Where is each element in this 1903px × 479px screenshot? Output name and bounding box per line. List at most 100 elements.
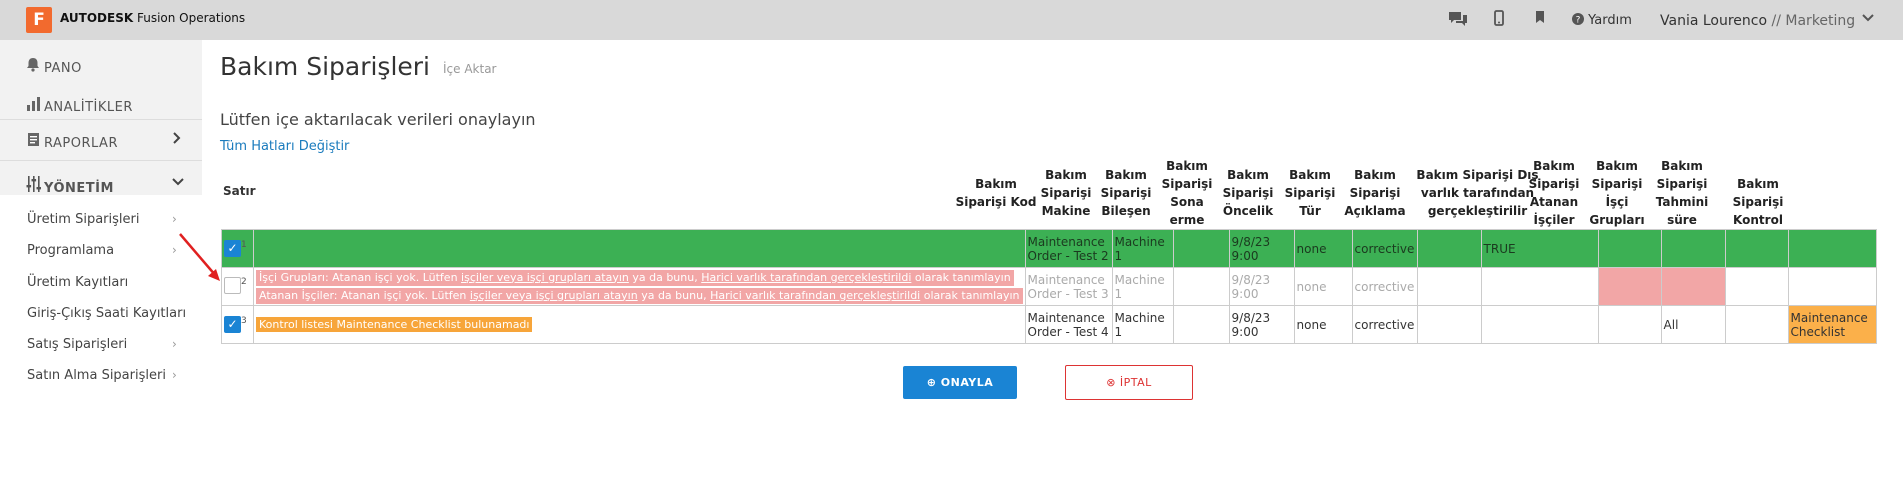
cell-atanan bbox=[1597, 305, 1662, 344]
sidebar-item-programlama[interactable]: Programlama bbox=[27, 243, 114, 258]
cell-tur: corrective bbox=[1351, 305, 1418, 344]
cell-tahmini-sure bbox=[1724, 305, 1789, 344]
cell-kontrol-listesi bbox=[1787, 267, 1877, 306]
cell-sona-erme: 9/8/23 9:00 bbox=[1228, 305, 1295, 344]
confirm-instruction: Lütfen içe aktarılacak verileri onaylayı… bbox=[220, 110, 536, 129]
sidebar-item-giris-cikis[interactable]: Giriş-Çıkış Saati Kayıtları bbox=[27, 306, 186, 321]
cell-bilesen bbox=[1172, 267, 1230, 306]
table-row: ✓ 3 Kontrol listesi Maintenance Checklist… bbox=[221, 305, 1877, 344]
row-checkbox[interactable]: ✓ bbox=[224, 316, 241, 333]
cell-tur: corrective bbox=[1351, 229, 1418, 268]
external-entity-link[interactable]: Harici varlık tarafından gerçekleştirild… bbox=[710, 289, 920, 302]
chevron-down-icon bbox=[172, 176, 184, 190]
confirm-button[interactable]: ⊕ ONAYLA bbox=[903, 366, 1017, 399]
help-link[interactable]: ? Yardım bbox=[1572, 13, 1632, 28]
report-icon bbox=[26, 132, 44, 151]
cell-bilesen bbox=[1172, 229, 1230, 268]
sidebar-submenu: Üretim Siparişleri › Programlama › Üreti… bbox=[0, 195, 202, 479]
cell-sona-erme: 9/8/23 9:00 bbox=[1228, 267, 1295, 306]
cell-dis-varlik bbox=[1480, 267, 1599, 306]
toggle-all-rows-link[interactable]: Tüm Hatları Değiştir bbox=[220, 139, 349, 154]
sidebar-item-yonetim[interactable]: YÖNETİM bbox=[26, 176, 114, 196]
sidebar-item-raporlar[interactable]: RAPORLAR bbox=[26, 132, 118, 151]
chevron-right-icon: › bbox=[172, 212, 177, 226]
sliders-icon bbox=[26, 176, 44, 196]
cell-isci-gruplari: All bbox=[1660, 305, 1726, 344]
cell-atanan bbox=[1597, 267, 1662, 306]
header-oncelik: Bakım Siparişi Öncelik bbox=[1222, 168, 1274, 218]
header-bilesen: Bakım Siparişi Bileşen bbox=[1100, 168, 1152, 218]
row-select-cell: ✓ 1 bbox=[221, 229, 254, 268]
page-title: Bakım Siparişleri bbox=[220, 52, 430, 81]
row-select-cell: 2 bbox=[221, 267, 254, 306]
cell-aciklama bbox=[1416, 305, 1482, 344]
chevron-right-icon: › bbox=[172, 368, 177, 382]
sidebar-item-satis-siparisleri[interactable]: Satış Siparişleri bbox=[27, 337, 127, 352]
cell-dis-varlik bbox=[1480, 305, 1599, 344]
row-checkbox[interactable] bbox=[224, 276, 241, 294]
user-menu[interactable]: Vania Lourenco // Marketing bbox=[1660, 13, 1855, 29]
mobile-icon[interactable] bbox=[1494, 10, 1504, 30]
row-message-cell bbox=[253, 229, 1026, 268]
chevron-down-icon[interactable] bbox=[1862, 11, 1874, 27]
table-row: 2 İşçi Grupları: Atanan işçi yok. Lütfen… bbox=[221, 267, 1877, 306]
cell-makine: Machine 1 bbox=[1111, 305, 1174, 344]
cell-tahmini-sure bbox=[1724, 229, 1789, 268]
cell-kontrol-listesi bbox=[1787, 229, 1877, 268]
error-message: Atanan İşçiler: Atanan işçi yok. Lütfen … bbox=[256, 287, 1023, 304]
bookmark-icon[interactable] bbox=[1535, 10, 1545, 28]
cell-isci-gruplari bbox=[1660, 229, 1726, 268]
row-column-header: Satır bbox=[223, 184, 256, 198]
import-subtitle[interactable]: İçe Aktar bbox=[443, 62, 496, 76]
row-message-cell: Kontrol listesi Maintenance Checklist bu… bbox=[253, 305, 1026, 344]
header-makine: Bakım Siparişi Makine bbox=[1040, 168, 1092, 218]
sidebar-item-satin-alma[interactable]: Satın Alma Siparişleri bbox=[27, 368, 166, 383]
header-atanan-isciler: Bakım Siparişi Atanan İşçiler bbox=[1528, 159, 1580, 227]
import-table: ✓ 1 Maintenance Order - Test 2 Machine 1 … bbox=[221, 229, 1877, 344]
fusion-logo[interactable]: F bbox=[26, 7, 52, 33]
warning-message: Kontrol listesi Maintenance Checklist bu… bbox=[256, 317, 533, 332]
cell-kod: Maintenance Order - Test 2 bbox=[1024, 229, 1113, 268]
brand-name: AUTODESK Fusion Operations bbox=[60, 11, 246, 25]
error-message: İşçi Grupları: Atanan işçi yok. Lütfen i… bbox=[256, 269, 1014, 286]
row-select-cell: ✓ 3 bbox=[221, 305, 254, 344]
cell-tahmini-sure bbox=[1724, 267, 1789, 306]
svg-text:?: ? bbox=[1576, 16, 1581, 26]
cancel-button[interactable]: ⊗ İPTAL bbox=[1065, 365, 1193, 400]
cell-oncelik: none bbox=[1293, 305, 1353, 344]
row-checkbox[interactable]: ✓ bbox=[224, 240, 241, 257]
cell-dis-varlik: TRUE bbox=[1480, 229, 1599, 268]
cell-tur: corrective bbox=[1351, 267, 1418, 306]
cell-makine: Machine 1 bbox=[1111, 229, 1174, 268]
cell-makine: Machine 1 bbox=[1111, 267, 1174, 306]
cell-kod: Maintenance Order - Test 3 bbox=[1024, 267, 1113, 306]
cancel-circle-icon: ⊗ bbox=[1106, 376, 1116, 389]
sidebar-item-pano[interactable]: PANO bbox=[26, 57, 82, 76]
sidebar-divider bbox=[0, 160, 202, 161]
sidebar-item-analitikler[interactable]: ANALİTİKLER bbox=[26, 96, 133, 115]
cell-isci-gruplari bbox=[1660, 267, 1726, 306]
cell-atanan bbox=[1597, 229, 1662, 268]
header-kod: Bakım Siparişi Kod bbox=[955, 177, 1037, 209]
cell-aciklama bbox=[1416, 229, 1482, 268]
assign-workers-link[interactable]: işçiler veya işçi grupları atayın bbox=[470, 289, 638, 302]
cell-sona-erme: 9/8/23 9:00 bbox=[1228, 229, 1295, 268]
bell-icon bbox=[26, 57, 44, 76]
header-tahmini-sure: Bakım Siparişi Tahmini süre bbox=[1655, 159, 1709, 227]
top-bar: F AUTODESK Fusion Operations ? Yardım Va… bbox=[0, 0, 1903, 40]
check-circle-icon: ⊕ bbox=[926, 376, 937, 389]
table-row: ✓ 1 Maintenance Order - Test 2 Machine 1 … bbox=[221, 229, 1877, 268]
header-aciklama: Bakım Siparişi Açıklama bbox=[1344, 168, 1406, 218]
external-entity-link[interactable]: Harici varlık tarafından gerçekleştirild… bbox=[701, 271, 911, 284]
chat-icon[interactable] bbox=[1447, 10, 1469, 32]
annotation-arrow bbox=[179, 233, 220, 281]
sidebar-divider bbox=[0, 119, 202, 120]
bar-chart-icon bbox=[26, 96, 44, 115]
help-icon: ? bbox=[1572, 13, 1588, 28]
assign-workers-link[interactable]: işçiler veya işçi grupları atayın bbox=[461, 271, 629, 284]
cell-bilesen bbox=[1172, 305, 1230, 344]
sidebar-item-uretim-siparisleri[interactable]: Üretim Siparişleri bbox=[27, 212, 139, 227]
sidebar-item-uretim-kayitlari[interactable]: Üretim Kayıtları bbox=[27, 275, 128, 290]
chevron-right-icon bbox=[172, 132, 182, 147]
header-tur: Bakım Siparişi Tür bbox=[1284, 168, 1336, 218]
